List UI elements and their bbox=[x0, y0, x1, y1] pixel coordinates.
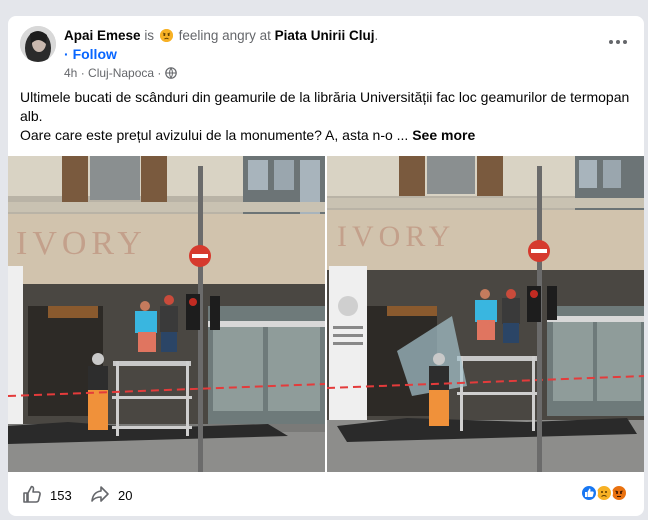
meta-separator: · bbox=[80, 66, 85, 80]
author-name[interactable]: Apai Emese bbox=[64, 28, 141, 43]
share-arrow-icon bbox=[90, 484, 110, 507]
meta-separator-2: · bbox=[157, 66, 162, 80]
post-text: Ultimele bucati de scânduri din geamuril… bbox=[20, 88, 630, 145]
more-dot bbox=[616, 40, 620, 44]
svg-text:IVORY: IVORY bbox=[337, 220, 455, 253]
follow-row: · Follow bbox=[64, 46, 117, 62]
post-footer: 153 20 bbox=[8, 472, 644, 516]
avatar[interactable] bbox=[20, 26, 56, 62]
reaction-icons[interactable] bbox=[580, 484, 634, 502]
more-dot bbox=[623, 40, 627, 44]
more-dot bbox=[609, 40, 613, 44]
post-card: Apai Emese is feeling angry at Piata Uni… bbox=[8, 16, 644, 516]
follow-dot: · bbox=[64, 46, 69, 62]
post-text-line-1: Ultimele bucati de scânduri din geamuril… bbox=[20, 89, 630, 124]
post-meta: 4h · Cluj-Napoca · bbox=[64, 66, 177, 82]
shares-count: 20 bbox=[118, 488, 133, 503]
post-header: Apai Emese is feeling angry at Piata Uni… bbox=[64, 28, 378, 43]
globe-icon bbox=[164, 67, 177, 82]
likes-count: 153 bbox=[50, 488, 72, 503]
thumbs-up-icon bbox=[22, 484, 42, 507]
post-text-line-2-body: Oare care este prețul avizului de la mon… bbox=[20, 127, 409, 143]
is-word: is bbox=[144, 28, 155, 43]
post-time[interactable]: 4h bbox=[64, 66, 77, 80]
see-more-link[interactable]: See more bbox=[412, 127, 475, 143]
post-photo-1[interactable]: IVORY bbox=[8, 156, 325, 472]
post-text-line-2: Oare care este prețul avizului de la mon… bbox=[20, 126, 630, 145]
like-button[interactable]: 153 bbox=[22, 484, 72, 507]
period: . bbox=[374, 28, 379, 43]
place-link[interactable]: Piata Unirii Cluj bbox=[275, 28, 375, 43]
follow-button[interactable]: Follow bbox=[73, 46, 117, 62]
like-reaction-icon bbox=[580, 484, 598, 502]
svg-text:IVORY: IVORY bbox=[16, 225, 147, 262]
share-button[interactable]: 20 bbox=[90, 484, 132, 507]
angry-emoji-icon bbox=[159, 29, 173, 42]
post-location[interactable]: Cluj-Napoca bbox=[88, 66, 154, 80]
feeling-text: feeling angry at bbox=[178, 28, 271, 43]
more-options-button[interactable] bbox=[606, 34, 630, 50]
post-photo-2[interactable]: IVORY bbox=[327, 156, 644, 472]
